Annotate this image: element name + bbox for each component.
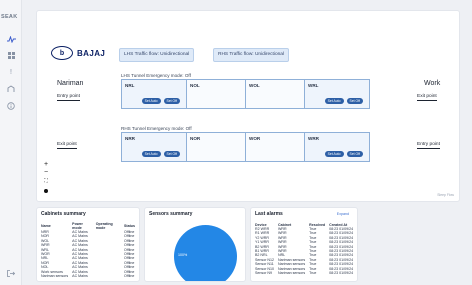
tunnel-cell-name: WOR (249, 136, 261, 141)
tunnel-cell-name: WRR (308, 136, 319, 141)
work-label: Work (424, 80, 441, 87)
tunnel-cell-wrr[interactable]: WRR Set Auto Set Off (304, 132, 370, 162)
set-auto-button[interactable]: Set Auto (141, 151, 161, 157)
last-alarms-title: Last alarms (255, 211, 283, 217)
split-icon[interactable] (6, 84, 16, 94)
table-cell (96, 274, 124, 278)
expand-alarms-link[interactable]: Expand (337, 212, 349, 216)
tunnel-map-panel: b BAJAJ LHS Traffic flow: Unidirectional… (36, 10, 460, 202)
pulse-icon[interactable] (6, 34, 16, 44)
tunnel-cell-name: WRL (308, 83, 319, 88)
cabinets-summary-title: Cabinets summary (41, 211, 86, 217)
tunnel-cell-nor[interactable]: NOR (186, 132, 246, 162)
work-entry-point-link[interactable]: Entry point (417, 142, 440, 149)
status-indicator (44, 189, 48, 193)
column-header: Status (124, 224, 135, 228)
tunnel-cell-wrl[interactable]: WRL Set Auto Set Off (304, 79, 370, 109)
bajaj-logo-mark: b (51, 46, 73, 60)
set-auto-button[interactable]: Set Auto (141, 98, 161, 104)
logout-icon[interactable] (7, 270, 16, 279)
dashboard: SEAK ! b BAJAJ LHS Traffic flow: Unidire… (0, 0, 472, 285)
last-alarms-card: Last alarms Expand Device Cabinet Resolved… (250, 207, 358, 282)
set-off-button[interactable]: Set Off (346, 151, 363, 157)
set-off-button[interactable]: Set Off (163, 151, 180, 157)
sensors-pie-label: 100% (178, 253, 188, 257)
rhs-tunnel-header: RHS Tunnel Emergency mode: Off (121, 126, 192, 131)
info-icon[interactable] (6, 101, 16, 111)
tunnel-cell-wol[interactable]: WOL (245, 79, 305, 109)
table-cell: 08:23 01/09/24 (329, 262, 354, 267)
rhs-traffic-flow-chip: RHS Traffic flow: Unidirectional (213, 48, 290, 62)
sensors-summary-title: Sensors summary (149, 211, 193, 217)
column-header: Power mode (72, 222, 83, 230)
tunnel-cell-wor[interactable]: WOR (245, 132, 305, 162)
alert-icon[interactable]: ! (6, 67, 16, 77)
nariman-entry-point-link[interactable]: Entry point (57, 94, 80, 101)
cabinets-summary-card: Cabinets summary Name Power mode Operating… (36, 207, 140, 282)
table-cell: 08:23 01/09/24 (329, 240, 354, 245)
cabinets-table: Name Power mode Operating mode Status NRR AC… (41, 222, 139, 278)
table-row[interactable]: Nariman sensors AC Mains Offline (41, 274, 139, 278)
table-cell: 08:23 01/09/24 (329, 271, 354, 276)
tunnel-cell-nrl[interactable]: NRL Set Auto Set Off (121, 79, 187, 109)
bajaj-logo: b BAJAJ (51, 46, 105, 60)
nariman-label: Nariman (57, 80, 84, 87)
set-auto-button[interactable]: Set Auto (324, 151, 344, 157)
alarms-table: Device Cabinet Resolved Created At R2 WRR WR… (255, 222, 357, 276)
grid-icon[interactable] (6, 50, 16, 60)
table-row[interactable]: Sensor N9 Nariman sensors True 08:23 01/09/… (255, 271, 357, 275)
table-cell: Nariman sensors (41, 274, 69, 279)
rhs-tunnel-row: NRR Set Auto Set Off NOR WOR WRR Set Aut… (121, 132, 370, 162)
app-logo: SEAK (1, 14, 18, 20)
bajaj-logo-text: BAJAJ (77, 48, 106, 58)
sidebar: SEAK ! (0, 0, 22, 285)
lhs-tunnel-header: LHS Tunnel Emergency mode: Off (121, 73, 191, 78)
tunnel-cell-name: NRR (125, 136, 135, 141)
work-exit-point-link[interactable]: Exit point (417, 94, 437, 101)
table-cell: Nariman sensors (277, 271, 306, 276)
table-cell: Nariman sensors (277, 262, 306, 267)
table-cell: True (309, 271, 317, 276)
table-cell: Sensor N9 (255, 271, 272, 276)
set-auto-button[interactable]: Set Auto (324, 98, 344, 104)
tunnel-cell-nol[interactable]: NOL (186, 79, 246, 109)
tunnel-cell-name: NOR (190, 136, 201, 141)
table-cell: AC Mains (72, 274, 88, 279)
set-off-button[interactable]: Set Off (163, 98, 180, 104)
tunnel-cell-name: NRL (125, 83, 135, 88)
lhs-traffic-flow-chip: LHS Traffic flow: Unidirectional (119, 48, 195, 62)
zoom-in-button[interactable]: + (42, 161, 50, 168)
tunnel-cell-nrr[interactable]: NRR Set Auto Set Off (121, 132, 187, 162)
lhs-tunnel-row: NRL Set Auto Set Off NOL WOL WRL Set Aut… (121, 79, 370, 109)
fit-view-button[interactable]: ⛶ (42, 178, 50, 184)
table-cell: Offline (124, 274, 135, 279)
tunnel-cell-name: NOL (190, 83, 200, 88)
column-header: Name (41, 224, 51, 228)
column-header: Operating mode (95, 222, 113, 230)
sensors-summary-card: Sensors summary 100% (144, 207, 246, 282)
set-off-button[interactable]: Set Off (346, 98, 363, 104)
tunnel-cell-name: WOL (249, 83, 260, 88)
corner-note: Sleep Flow (437, 193, 454, 197)
nariman-exit-point-link[interactable]: Exit point (57, 142, 77, 149)
zoom-out-button[interactable]: − (42, 169, 50, 176)
